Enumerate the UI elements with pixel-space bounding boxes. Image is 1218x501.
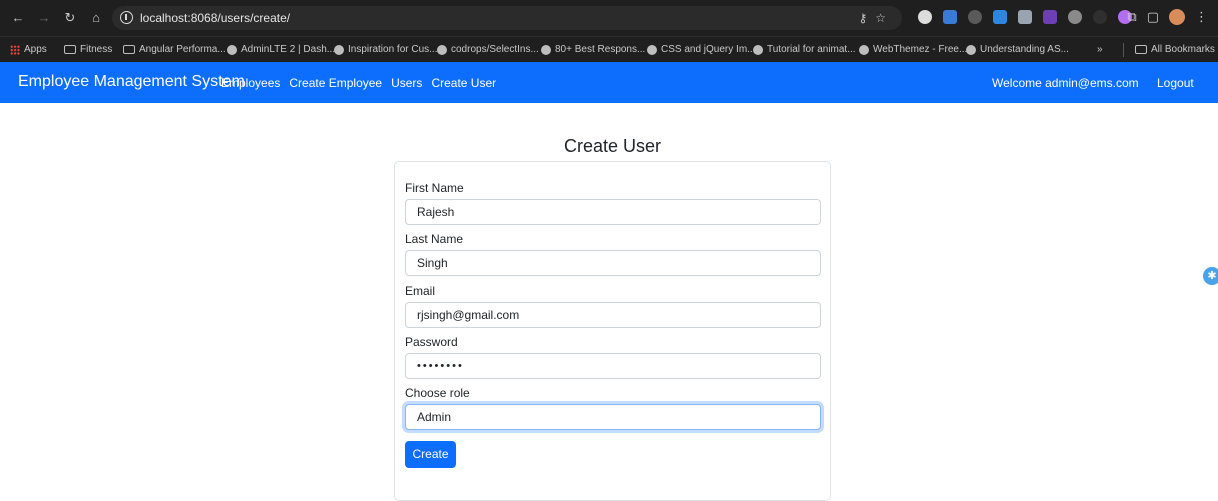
- site-info-icon[interactable]: [120, 11, 133, 24]
- nav-link-create-user[interactable]: Create User: [431, 74, 496, 92]
- last-name-input[interactable]: Singh: [405, 250, 821, 276]
- browser-toolbar: ← → ↻ ⌂ localhost:8068/users/create/ ⚷☆ …: [0, 0, 1218, 36]
- home-icon[interactable]: ⌂: [88, 9, 104, 27]
- globe-icon: [859, 44, 869, 55]
- bookmark-item[interactable]: Tutorial for animat...: [753, 44, 856, 55]
- reload-icon[interactable]: ↻: [62, 9, 78, 27]
- globe-icon: [541, 44, 551, 55]
- browser-menu-icon[interactable]: ⋮: [1195, 9, 1208, 25]
- logout-link[interactable]: Logout: [1157, 74, 1194, 92]
- extension-icon-6[interactable]: [1043, 10, 1057, 24]
- bookmark-item[interactable]: Understanding AS...: [966, 44, 1069, 55]
- browser-nav-buttons: ← → ↻ ⌂: [10, 9, 104, 27]
- globe-icon: [227, 44, 237, 55]
- puzzle-extensions-icon[interactable]: ⧉: [1127, 9, 1136, 25]
- sidebar-toggle-icon[interactable]: ▢: [1147, 9, 1159, 25]
- extension-icon-7[interactable]: [1068, 10, 1082, 24]
- globe-icon: [437, 44, 447, 55]
- create-user-card: First Name Rajesh Last Name Singh Email …: [394, 161, 831, 501]
- bookmark-item[interactable]: Fitness: [64, 44, 112, 55]
- first-name-label: First Name: [405, 181, 464, 195]
- last-name-label: Last Name: [405, 232, 464, 246]
- page-title: Create User: [563, 136, 662, 156]
- globe-icon: [647, 44, 657, 55]
- url-text: localhost:8068/users/create/: [140, 11, 291, 25]
- email-input[interactable]: rjsingh@gmail.com: [405, 302, 821, 328]
- folder-icon: [64, 45, 76, 54]
- choose-role-label: Choose role: [405, 386, 470, 400]
- bookmark-item[interactable]: WebThemez - Free...: [859, 44, 967, 55]
- password-input[interactable]: ••••••••: [405, 353, 821, 379]
- navbar-brand[interactable]: Employee Management System: [18, 72, 245, 92]
- forward-arrow-icon[interactable]: →: [36, 9, 52, 27]
- bookmark-item[interactable]: Angular Performa...: [123, 44, 226, 55]
- bookmark-item[interactable]: 80+ Best Respons...: [541, 44, 645, 55]
- globe-icon: [334, 44, 344, 55]
- bookmark-item[interactable]: Apps: [10, 44, 47, 55]
- bookmark-item[interactable]: Inspiration for Cus...: [334, 44, 437, 55]
- email-label: Email: [405, 284, 436, 298]
- first-name-input[interactable]: Rajesh: [405, 199, 821, 225]
- extension-icon-3[interactable]: [968, 10, 982, 24]
- folder-icon: [123, 45, 135, 54]
- role-input[interactable]: Admin: [405, 404, 821, 430]
- bookmarks-divider: [1123, 43, 1124, 57]
- welcome-text: Welcome admin@ems.com: [992, 76, 1139, 90]
- extension-icons: [918, 10, 1132, 24]
- app-navbar: Employee Management System Employees Cre…: [0, 62, 1218, 103]
- address-bar-icons: ⚷☆: [858, 6, 894, 30]
- password-label: Password: [405, 335, 458, 349]
- address-bar[interactable]: localhost:8068/users/create/ ⚷☆: [112, 6, 902, 30]
- extension-icon-4[interactable]: [993, 10, 1007, 24]
- star-bookmark-icon[interactable]: ☆: [875, 11, 894, 25]
- profile-avatar[interactable]: [1169, 9, 1185, 25]
- nav-link-users[interactable]: Users: [391, 74, 422, 92]
- extension-icon-8[interactable]: [1093, 10, 1107, 24]
- bookmark-item[interactable]: codrops/SelectIns...: [437, 44, 539, 55]
- globe-icon: [753, 44, 763, 55]
- extension-icon-1[interactable]: [918, 10, 932, 24]
- bookmarks-bar: Apps Fitness Angular Performa... AdminLT…: [0, 36, 1218, 62]
- extension-icon-2[interactable]: [943, 10, 957, 24]
- create-button[interactable]: Create: [405, 441, 456, 468]
- all-bookmarks-button[interactable]: All Bookmarks: [1135, 44, 1215, 55]
- globe-icon: [966, 44, 976, 55]
- back-arrow-icon[interactable]: ←: [10, 9, 26, 27]
- bookmark-item[interactable]: AdminLTE 2 | Dash...: [227, 44, 335, 55]
- folder-icon: [1135, 45, 1147, 54]
- apps-grid-icon: [10, 44, 20, 55]
- bookmarks-overflow-button[interactable]: »: [1097, 44, 1103, 55]
- key-icon[interactable]: ⚷: [858, 11, 875, 25]
- nav-links: Employees Create Employee Users Create U…: [221, 74, 496, 92]
- toolbar-right: ⧉ ▢ ⋮: [1127, 9, 1208, 25]
- nav-link-employees[interactable]: Employees: [221, 74, 280, 92]
- bookmark-item[interactable]: CSS and jQuery Im...: [647, 44, 755, 55]
- floating-assistant-icon[interactable]: ✱: [1203, 267, 1218, 285]
- extension-icon-5[interactable]: [1018, 10, 1032, 24]
- nav-link-create-employee[interactable]: Create Employee: [289, 74, 382, 92]
